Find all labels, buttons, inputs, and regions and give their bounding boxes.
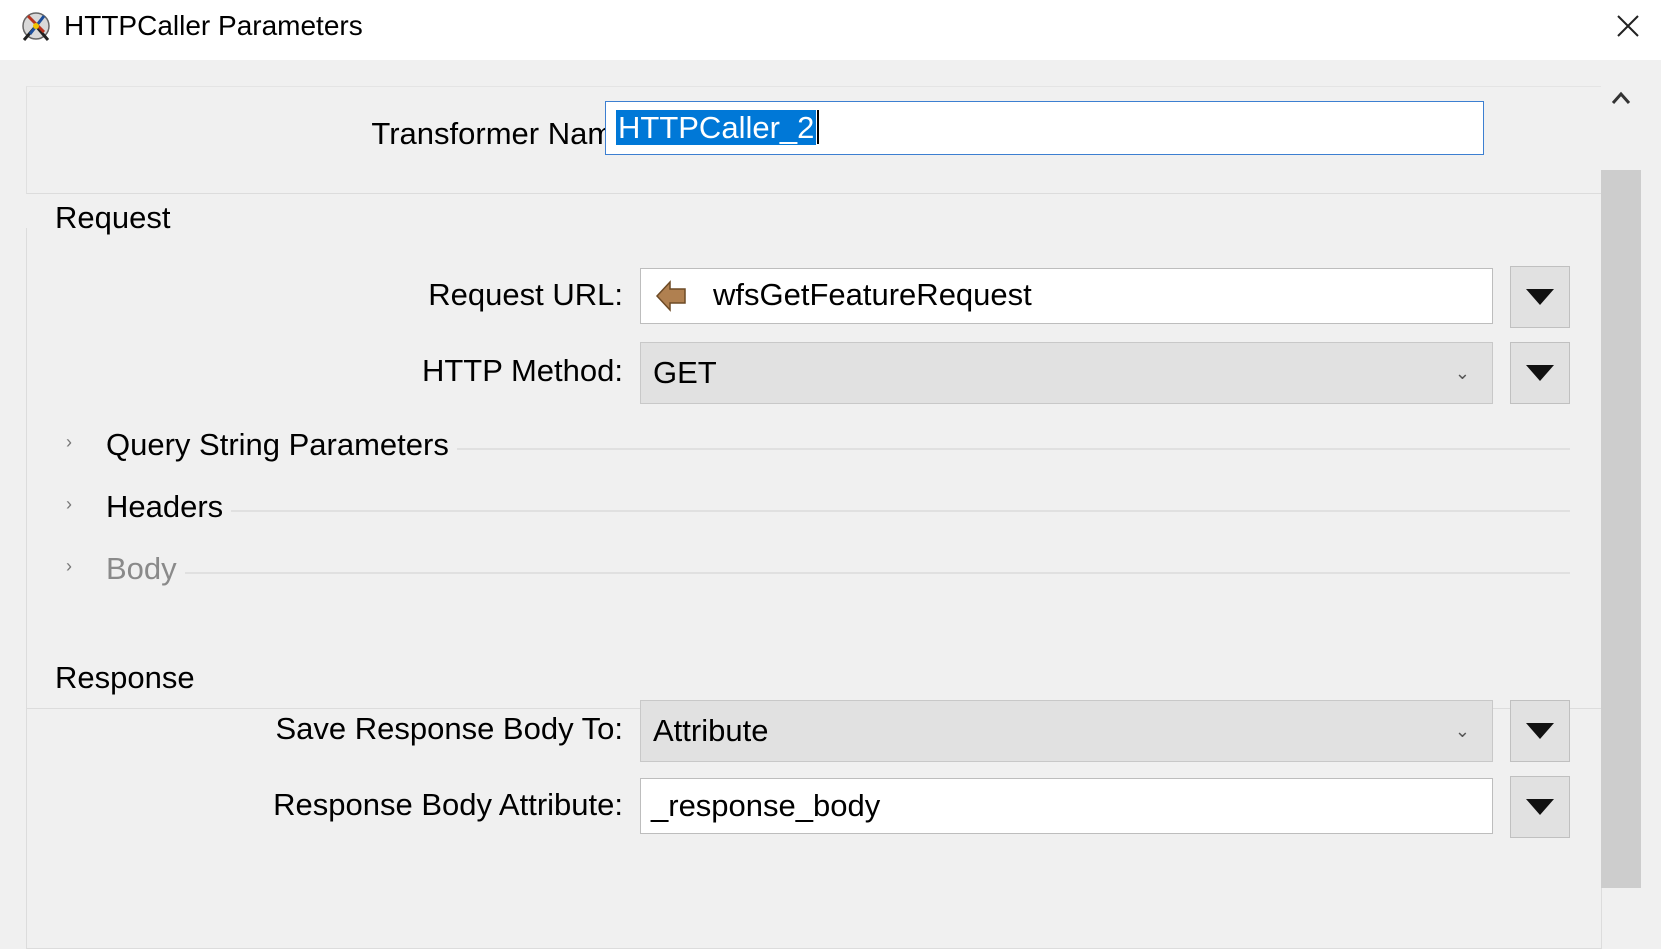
transformer-name-selected-text: HTTPCaller_2	[616, 110, 817, 145]
close-button[interactable]	[1594, 0, 1661, 52]
transformer-name-label: Transformer Name:	[371, 116, 639, 151]
close-icon	[1616, 15, 1639, 37]
response-group-title: Response	[55, 660, 195, 695]
request-group-title: Request	[55, 200, 171, 235]
scroll-thumb[interactable]	[1601, 170, 1641, 888]
request-url-label: Request URL:	[428, 277, 623, 312]
response-body-attribute-value: _response_body	[651, 788, 881, 823]
save-response-body-label: Save Response Body To:	[275, 711, 623, 746]
triangle-down-icon	[1526, 799, 1554, 815]
http-method-menu-button[interactable]	[1510, 342, 1570, 404]
section-query-string-parameters[interactable]: › Query String Parameters	[62, 426, 1570, 466]
window-title: HTTPCaller Parameters	[64, 10, 363, 41]
response-body-attribute-input[interactable]: _response_body	[640, 778, 1493, 834]
chevron-down-icon: ⌄	[1454, 721, 1470, 741]
request-url-menu-button[interactable]	[1510, 266, 1570, 328]
chevron-right-icon: ›	[66, 494, 72, 514]
chevron-right-icon: ›	[66, 556, 72, 576]
http-method-label: HTTP Method:	[421, 353, 623, 388]
save-response-body-menu-button[interactable]	[1510, 700, 1570, 762]
response-body-attribute-label: Response Body Attribute:	[273, 787, 623, 822]
save-response-body-value: Attribute	[653, 713, 769, 748]
chevron-right-icon: ›	[66, 432, 72, 452]
scroll-up-button[interactable]	[1601, 78, 1641, 118]
response-body-attribute-menu-button[interactable]	[1510, 776, 1570, 838]
triangle-down-icon	[1526, 723, 1554, 739]
transformer-name-input[interactable]: HTTPCaller_2	[605, 101, 1484, 155]
parameters-panel: Transformer Name: HTTPCaller_2 Request R…	[0, 60, 1661, 949]
section-label: Query String Parameters	[106, 426, 457, 464]
section-headers[interactable]: › Headers	[62, 488, 1570, 528]
chevron-down-icon: ⌄	[1454, 363, 1470, 383]
text-caret	[817, 110, 820, 144]
transformer-name-group: Transformer Name: HTTPCaller_2	[26, 86, 1602, 194]
save-response-body-select[interactable]: Attribute ⌄	[640, 700, 1493, 762]
triangle-down-icon	[1526, 365, 1554, 381]
vertical-scrollbar[interactable]	[1601, 60, 1661, 888]
section-divider	[106, 572, 1570, 574]
section-label: Body	[106, 550, 185, 588]
section-body[interactable]: › Body	[62, 550, 1570, 590]
triangle-down-icon	[1526, 289, 1554, 305]
request-url-value: wfsGetFeatureRequest	[713, 277, 1032, 312]
section-divider	[106, 510, 1570, 512]
chevron-up-icon	[1611, 91, 1631, 104]
fme-transformer-icon	[22, 12, 50, 41]
transformer-name-value: HTTPCaller_2	[616, 110, 820, 146]
request-url-input[interactable]: wfsGetFeatureRequest	[640, 268, 1493, 324]
attribute-arrow-icon	[655, 280, 686, 312]
http-method-value: GET	[653, 355, 717, 390]
section-label: Headers	[106, 488, 232, 526]
http-method-select[interactable]: GET ⌄	[640, 342, 1493, 404]
title-bar: HTTPCaller Parameters	[0, 0, 1661, 60]
